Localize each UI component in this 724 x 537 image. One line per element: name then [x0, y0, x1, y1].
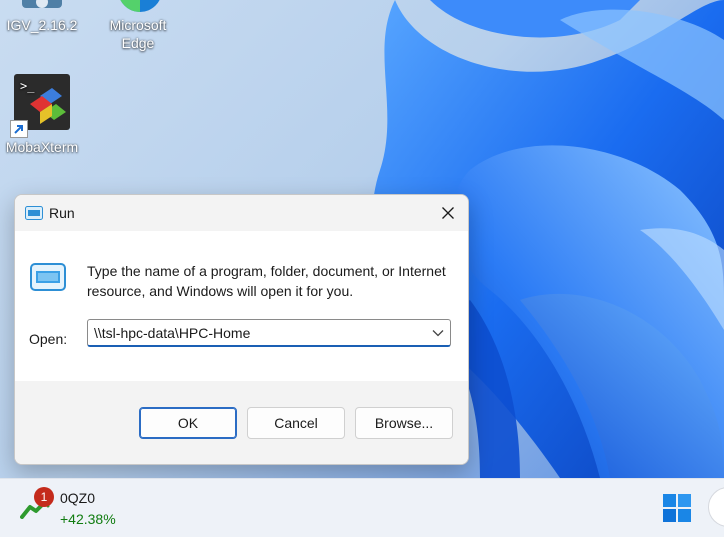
edge-icon — [110, 0, 166, 16]
taskbar-search[interactable] — [708, 487, 724, 527]
stock-name: 0QZ0 — [60, 490, 96, 506]
notification-badge: 1 — [34, 487, 54, 507]
close-icon — [442, 207, 454, 219]
chevron-down-icon — [432, 330, 444, 337]
stock-widget[interactable]: 1 0QZ0 +42.38% — [20, 487, 160, 531]
browse-button[interactable]: Browse... — [355, 407, 453, 439]
open-input[interactable] — [94, 320, 424, 346]
windows-logo-icon — [663, 494, 691, 522]
run-dialog-footer: OK Cancel Browse... — [15, 381, 468, 464]
run-dialog: Run Type the name of a program, folder, … — [14, 194, 469, 465]
run-large-icon — [30, 263, 66, 296]
run-dialog-title: Run — [49, 205, 75, 221]
mobaxterm-icon: >_ — [10, 74, 70, 138]
igv-icon — [14, 0, 70, 16]
desktop-icon-igv[interactable]: IGV_2.16.2 — [2, 0, 82, 34]
run-description: Type the name of a program, folder, docu… — [87, 263, 446, 299]
taskbar: 1 0QZ0 +42.38% — [0, 478, 724, 537]
close-button[interactable] — [428, 195, 468, 231]
desktop-icon-label: MobaXterm — [5, 139, 79, 155]
desktop-icon-label: IGV_2.16.2 — [6, 17, 78, 33]
stock-change: +42.38% — [60, 511, 116, 527]
cancel-button[interactable]: Cancel — [247, 407, 345, 439]
open-label: Open: — [29, 331, 68, 347]
shortcut-arrow-icon — [10, 120, 28, 138]
svg-text:>_: >_ — [20, 79, 35, 93]
run-app-icon — [25, 206, 43, 225]
combo-dropdown-button[interactable] — [426, 320, 450, 346]
run-titlebar[interactable]: Run — [15, 195, 468, 231]
start-button[interactable] — [662, 493, 692, 523]
desktop-icon-mobaxterm[interactable]: >_ MobaXterm — [2, 74, 82, 156]
open-combobox[interactable] — [87, 319, 451, 347]
desktop-icon-label: Microsoft Edge — [109, 17, 167, 51]
ok-button[interactable]: OK — [139, 407, 237, 439]
desktop-icon-edge[interactable]: Microsoft Edge — [98, 0, 178, 52]
run-dialog-body: Type the name of a program, folder, docu… — [15, 231, 468, 381]
